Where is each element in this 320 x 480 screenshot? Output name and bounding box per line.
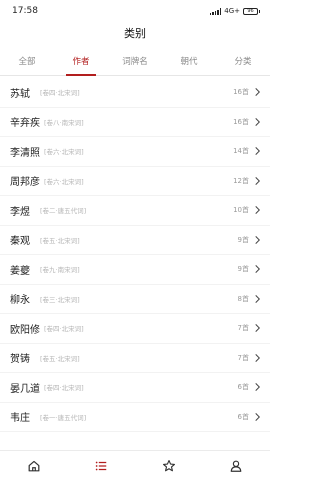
tab-author[interactable]: 作者 xyxy=(54,46,108,76)
author-name: 周邦彦 xyxy=(10,177,40,189)
chevron-right-icon xyxy=(255,265,261,274)
author-name: 李煜 xyxy=(10,206,30,218)
poem-count: 16首 xyxy=(233,88,249,97)
home-icon xyxy=(28,460,40,471)
nav-profile[interactable] xyxy=(216,451,256,480)
poem-count: 14首 xyxy=(233,147,249,156)
author-volume: [卷五·北宋词] xyxy=(40,236,80,245)
page-title: 类别 xyxy=(124,27,146,40)
poem-count: 9首 xyxy=(237,265,249,274)
author-name: 晏几道 xyxy=(10,383,40,395)
author-name: 姜夔 xyxy=(10,265,30,277)
category-tabs: 全部 作者 词牌名 朝代 分类 xyxy=(0,46,270,76)
chevron-right-icon xyxy=(255,383,261,392)
poem-count: 6首 xyxy=(237,383,249,392)
author-name: 苏轼 xyxy=(10,88,30,100)
author-row[interactable]: 辛弃疾 [卷八·南宋词] 16首 xyxy=(0,108,270,137)
author-name: 李清照 xyxy=(10,147,40,159)
poem-count: 10首 xyxy=(233,206,249,215)
list-icon xyxy=(96,461,107,470)
chevron-right-icon xyxy=(255,324,261,333)
bottom-nav xyxy=(0,450,270,480)
author-volume: [卷四·北宋词] xyxy=(44,384,84,393)
chevron-right-icon xyxy=(255,294,261,303)
author-volume: [卷三·北宋词] xyxy=(40,295,80,304)
author-volume: [卷一·唐五代词] xyxy=(40,413,87,422)
chevron-right-icon xyxy=(255,147,261,156)
chevron-right-icon xyxy=(255,117,261,126)
author-volume: [卷二·唐五代词] xyxy=(40,207,87,216)
user-icon xyxy=(230,460,242,472)
nav-category[interactable] xyxy=(81,451,121,480)
author-row[interactable]: 欧阳修 [卷四·北宋词] 7首 xyxy=(0,314,270,344)
nav-home[interactable] xyxy=(14,451,54,480)
chevron-right-icon xyxy=(255,412,261,421)
author-name: 贺铸 xyxy=(10,354,30,366)
author-row[interactable]: 姜夔 [卷九·南宋词] 9首 xyxy=(0,255,270,285)
poem-count: 8首 xyxy=(237,294,249,303)
author-volume: [卷四·北宋词] xyxy=(44,325,84,334)
star-icon xyxy=(162,459,175,471)
poem-count: 16首 xyxy=(233,117,249,126)
status-indicators: 4G+ 96 xyxy=(209,7,260,15)
tab-cipai[interactable]: 词牌名 xyxy=(108,46,162,75)
chevron-right-icon xyxy=(255,353,261,362)
poem-count: 7首 xyxy=(237,324,249,333)
signal-icon xyxy=(209,7,222,15)
tab-all[interactable]: 全部 xyxy=(0,46,54,75)
author-row[interactable]: 贺铸 [卷五·北宋词] 7首 xyxy=(0,344,270,373)
author-row[interactable]: 柳永 [卷三·北宋词] 8首 xyxy=(0,285,270,314)
network-type: 4G+ xyxy=(224,7,240,15)
nav-bar: 类别 xyxy=(0,22,270,44)
author-name: 辛弃疾 xyxy=(10,118,40,130)
status-bar: 17:58 4G+ 96 xyxy=(0,0,270,22)
nav-favorites[interactable] xyxy=(149,451,189,480)
author-name: 秦观 xyxy=(10,236,30,248)
tab-category[interactable]: 分类 xyxy=(216,46,270,75)
poem-count: 6首 xyxy=(237,412,249,421)
author-row[interactable]: 李清照 [卷六·北宋词] 14首 xyxy=(0,137,270,167)
author-row[interactable]: 晏几道 [卷四·北宋词] 6首 xyxy=(0,373,270,403)
author-volume: [卷四·北宋词] xyxy=(40,89,80,98)
author-row[interactable]: 韦庄 [卷一·唐五代词] 6首 xyxy=(0,403,270,432)
author-volume: [卷九·南宋词] xyxy=(40,266,80,275)
author-volume: [卷六·北宋词] xyxy=(44,148,84,157)
author-name: 欧阳修 xyxy=(10,324,40,336)
poem-count: 12首 xyxy=(233,176,249,185)
author-volume: [卷六·北宋词] xyxy=(44,177,84,186)
author-volume: [卷五·北宋词] xyxy=(40,354,80,363)
author-row[interactable]: 周邦彦 [卷六·北宋词] 12首 xyxy=(0,167,270,196)
tab-dynasty[interactable]: 朝代 xyxy=(162,46,216,75)
author-row[interactable]: 苏轼 [卷四·北宋词] 16首 xyxy=(0,78,270,108)
poem-count: 9首 xyxy=(237,235,249,244)
chevron-right-icon xyxy=(255,206,261,215)
poem-count: 7首 xyxy=(237,353,249,362)
battery-icon: 96 xyxy=(243,7,260,15)
author-name: 韦庄 xyxy=(10,413,30,425)
chevron-right-icon xyxy=(255,235,261,244)
battery-level: 96 xyxy=(243,7,258,15)
author-name: 柳永 xyxy=(10,295,30,307)
chevron-right-icon xyxy=(255,176,261,185)
author-row[interactable]: 秦观 [卷五·北宋词] 9首 xyxy=(0,226,270,255)
chevron-right-icon xyxy=(255,88,261,97)
author-list: 苏轼 [卷四·北宋词] 16首 辛弃疾 [卷八·南宋词] 16首 李清照 [卷六·北宋词] 14… xyxy=(0,78,270,448)
author-row[interactable]: 李煜 [卷二·唐五代词] 10首 xyxy=(0,196,270,226)
author-volume: [卷八·南宋词] xyxy=(44,118,84,127)
status-time: 17:58 xyxy=(12,6,38,16)
